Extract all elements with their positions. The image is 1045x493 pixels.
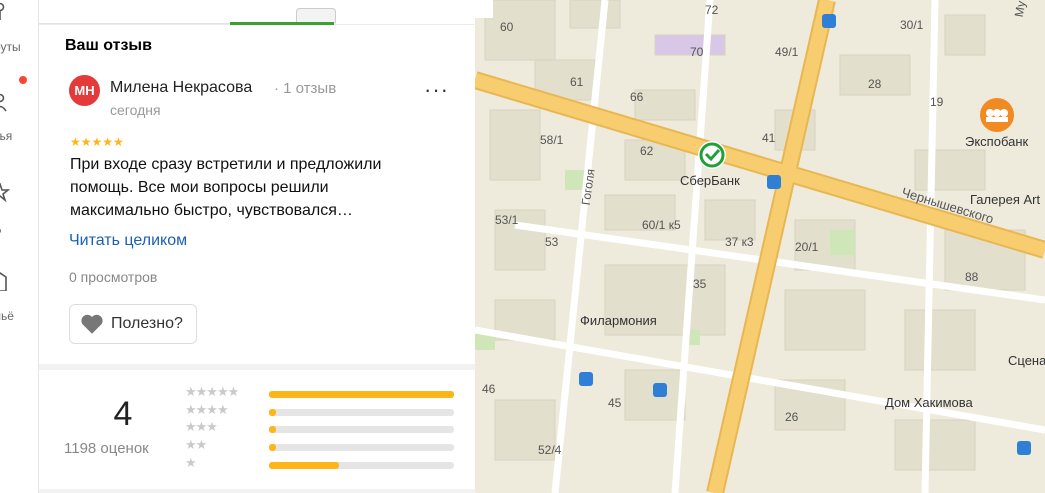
house-number: 35 bbox=[693, 277, 707, 291]
rail-label-realty: льё bbox=[0, 309, 14, 323]
rail-item-guides[interactable]: д bbox=[0, 175, 38, 235]
poi-expobank[interactable]: Экспобанк bbox=[965, 134, 1028, 149]
bus-stop-icon[interactable] bbox=[767, 175, 781, 189]
author-review-count: · 1 отзыв bbox=[274, 80, 337, 97]
read-more-link[interactable]: Читать целиком bbox=[69, 232, 187, 250]
bus-stop-icon[interactable] bbox=[822, 14, 836, 28]
rail-label-guides: д bbox=[0, 219, 1, 233]
rating-bar-fill bbox=[269, 409, 277, 416]
house-number: 37 к3 bbox=[725, 235, 754, 249]
views-count: 0 просмотров bbox=[69, 269, 158, 285]
poi-sberbank[interactable]: СберБанк bbox=[680, 173, 740, 188]
rating-count: 1198 оценок bbox=[64, 440, 149, 457]
bus-stop-icon[interactable] bbox=[1017, 441, 1031, 455]
house-number: 58/1 bbox=[540, 133, 564, 147]
star-outline-icon bbox=[0, 183, 11, 203]
useful-label: Полезно? bbox=[111, 315, 183, 332]
review-stars: ★★★★★ bbox=[70, 135, 124, 149]
rating-bar-track bbox=[269, 444, 454, 451]
building-icon bbox=[0, 272, 7, 291]
rating-bar-track bbox=[269, 462, 454, 469]
house-number: 62 bbox=[640, 144, 654, 158]
author-name[interactable]: Милена Некрасова bbox=[110, 79, 252, 97]
map-canvas[interactable] bbox=[475, 0, 1045, 493]
house-number: 60/1 к5 bbox=[642, 218, 681, 232]
notification-dot bbox=[19, 76, 27, 84]
rating-value: 4 bbox=[113, 395, 133, 433]
friends-icon bbox=[0, 93, 7, 112]
section-title: Ваш отзыв bbox=[65, 37, 152, 54]
tab-chip[interactable] bbox=[296, 8, 336, 23]
poi-gallery[interactable]: Галерея Art bbox=[970, 192, 1040, 207]
review-text: При входе сразу встретили и предложили п… bbox=[70, 156, 382, 219]
rating-bar-row: ★ bbox=[185, 455, 465, 470]
rating-bar-stars: ★★★★★ bbox=[185, 384, 239, 399]
rating-bar-track bbox=[269, 391, 454, 398]
rail-label-routes: руты bbox=[0, 40, 21, 54]
bus-stop-icon[interactable] bbox=[653, 383, 667, 397]
more-options-button[interactable]: ··· bbox=[424, 79, 449, 101]
expobank-logo-icon[interactable] bbox=[979, 97, 1015, 133]
house-number: 30/1 bbox=[900, 18, 924, 32]
house-number: 20/1 bbox=[795, 240, 819, 254]
house-number: 26 bbox=[785, 410, 799, 424]
rating-bar-track bbox=[269, 426, 454, 433]
rating-bar-row: ★★★★ bbox=[185, 402, 465, 417]
house-number: 66 bbox=[630, 90, 644, 104]
house-number: 70 bbox=[690, 45, 704, 59]
house-number: 52/4 bbox=[538, 443, 562, 457]
left-rail: руты зья д льё bbox=[0, 0, 39, 493]
rating-bar-track bbox=[269, 409, 454, 416]
poi-hakimov-house[interactable]: Дом Хакимова bbox=[885, 395, 973, 410]
rating-bar-fill bbox=[269, 444, 277, 451]
routes-icon bbox=[0, 2, 5, 20]
separator bbox=[39, 364, 475, 370]
bus-stop-icon[interactable] bbox=[579, 372, 593, 386]
review-date: сегодня bbox=[110, 102, 161, 118]
house-number: 41 bbox=[762, 131, 776, 145]
rail-label-friends: зья bbox=[0, 129, 13, 143]
poi-scene[interactable]: Сцена bbox=[1008, 353, 1045, 368]
rail-item-realty[interactable]: льё bbox=[0, 265, 38, 325]
rail-item-friends[interactable]: зья bbox=[0, 85, 38, 145]
panel-tabs bbox=[39, 0, 475, 25]
useful-button[interactable]: Полезно? bbox=[69, 304, 197, 344]
house-number: 19 bbox=[930, 95, 944, 109]
house-number: 46 bbox=[482, 382, 496, 396]
rating-bar-row: ★★★★★ bbox=[185, 384, 465, 399]
house-number: 72 bbox=[705, 3, 719, 17]
house-number: 61 bbox=[570, 75, 584, 89]
rating-bar-stars: ★★★★ bbox=[185, 402, 229, 417]
heart-icon bbox=[81, 314, 103, 334]
rating-bar-stars: ★ bbox=[185, 455, 197, 470]
place-panel: Ваш отзыв МН Милена Некрасова · 1 отзыв … bbox=[39, 0, 475, 493]
house-number: 53 bbox=[545, 235, 559, 249]
rating-bar-row: ★★ bbox=[185, 437, 465, 452]
rating-bar-fill bbox=[269, 391, 454, 398]
house-number: 28 bbox=[868, 77, 882, 91]
house-number: 53/1 bbox=[495, 213, 519, 227]
poi-philharmonia[interactable]: Филармония bbox=[580, 313, 657, 328]
street-label-mu: Му bbox=[1011, 0, 1029, 19]
house-number: 88 bbox=[965, 270, 979, 284]
avatar[interactable]: МН bbox=[69, 75, 100, 106]
rating-bar-stars: ★★ bbox=[185, 437, 207, 452]
sberbank-logo-icon[interactable] bbox=[696, 139, 728, 171]
rating-bar-fill bbox=[269, 462, 340, 469]
rating-bar-fill bbox=[269, 426, 277, 433]
rating-bar-stars: ★★★ bbox=[185, 419, 218, 434]
tab-underline bbox=[39, 23, 230, 24]
house-number: 45 bbox=[608, 396, 622, 410]
separator-bottom bbox=[39, 489, 475, 493]
rating-bar-row: ★★★ bbox=[185, 419, 465, 434]
rail-item-routes[interactable]: руты bbox=[0, 0, 38, 60]
tab-active-indicator[interactable] bbox=[230, 22, 334, 25]
house-number: 60 bbox=[500, 20, 514, 34]
house-number: 49/1 bbox=[775, 45, 799, 59]
map[interactable]: 60 72 30/1 70 49/1 61 66 28 19 58/1 62 41 53/1 60/1 к… bbox=[475, 0, 1045, 493]
